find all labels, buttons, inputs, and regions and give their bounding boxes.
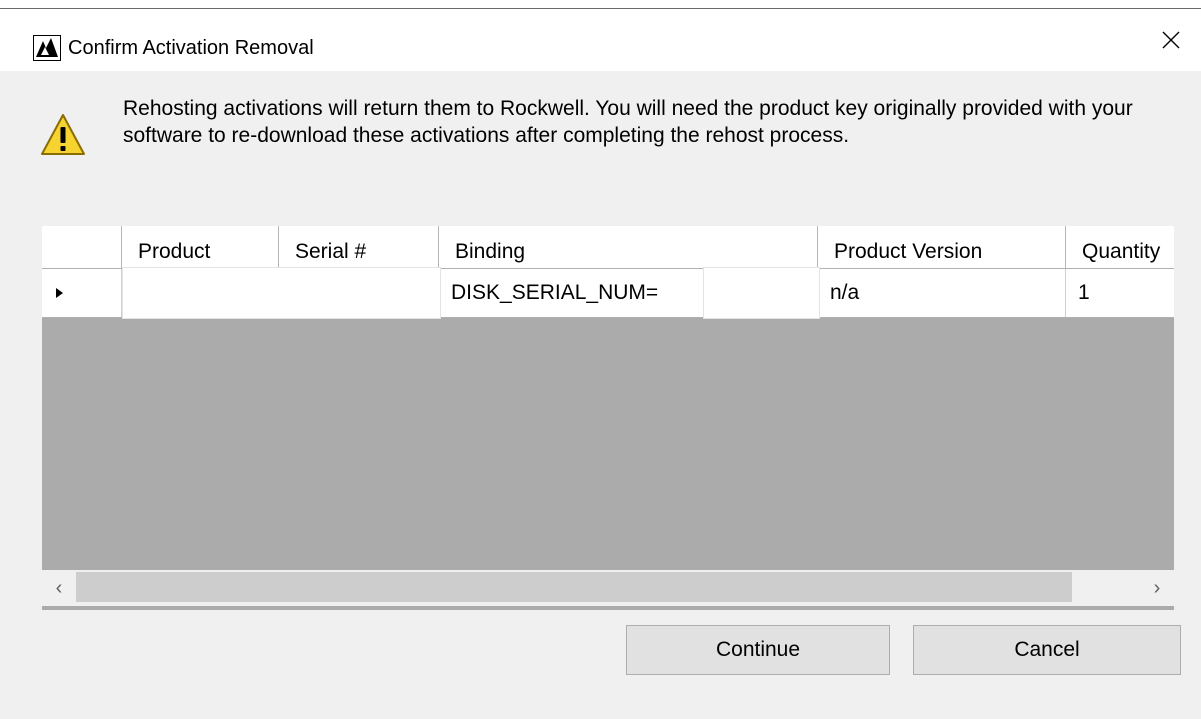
chevron-left-icon: ‹	[55, 576, 63, 599]
window-title: Confirm Activation Removal	[68, 37, 314, 59]
window-top-border	[0, 0, 1201, 9]
cancel-button[interactable]: Cancel	[913, 625, 1181, 675]
column-header-product-version[interactable]: Product Version	[818, 226, 1066, 268]
row-header-corner	[42, 226, 122, 268]
column-header-binding[interactable]: Binding	[439, 226, 818, 268]
redacted-region	[122, 267, 441, 319]
activations-grid: Product Serial # Binding Product Version…	[42, 226, 1174, 610]
warning-icon	[40, 112, 86, 158]
cell-product-version[interactable]: n/a	[818, 269, 1066, 317]
row-header[interactable]	[42, 269, 122, 317]
scrollbar-thumb[interactable]	[76, 572, 1072, 602]
scroll-left-button[interactable]: ‹	[42, 570, 76, 606]
cell-quantity[interactable]: 1	[1066, 269, 1174, 317]
scroll-right-button[interactable]: ›	[1140, 570, 1174, 606]
column-header-quantity[interactable]: Quantity	[1066, 226, 1174, 268]
redacted-region	[703, 267, 820, 319]
current-row-indicator-icon	[56, 288, 63, 298]
column-header-product[interactable]: Product	[122, 226, 279, 268]
column-header-serial[interactable]: Serial #	[279, 226, 439, 268]
close-icon	[1162, 31, 1180, 49]
continue-button[interactable]: Continue	[626, 625, 890, 675]
warning-message: Rehosting activations will return them t…	[123, 97, 1133, 147]
grid-header: Product Serial # Binding Product Version…	[42, 226, 1174, 269]
app-logo-icon	[33, 35, 61, 61]
horizontal-scrollbar[interactable]: ‹ ›	[42, 570, 1174, 606]
title-bar: Confirm Activation Removal	[0, 9, 1201, 71]
close-button[interactable]	[1141, 9, 1201, 71]
chevron-right-icon: ›	[1153, 576, 1161, 599]
cell-binding-text: DISK_SERIAL_NUM=	[451, 281, 659, 304]
table-row[interactable]: DISK_SERIAL_NUM= n/a 1	[42, 267, 1174, 319]
